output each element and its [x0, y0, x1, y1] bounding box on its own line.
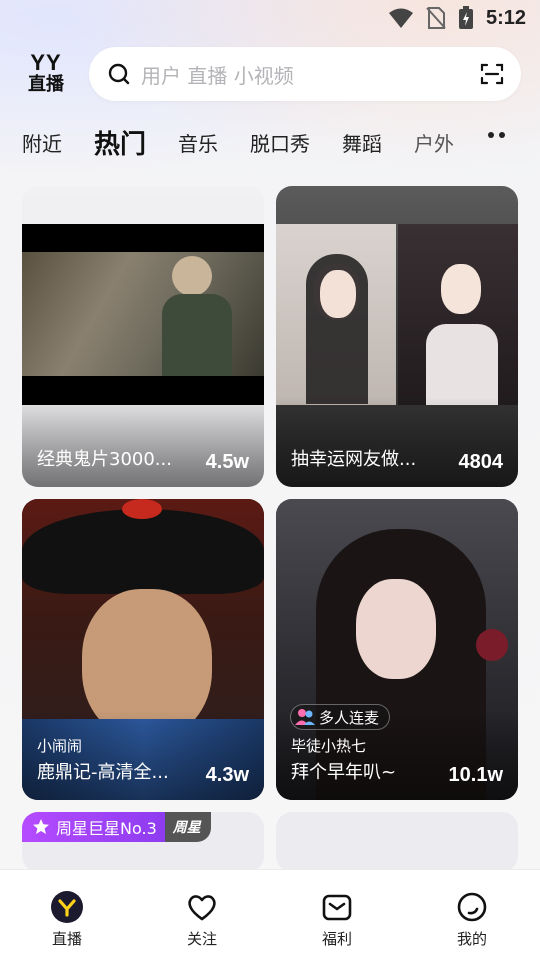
tab-music[interactable]: 音乐: [178, 128, 218, 157]
nav-live-label: 直播: [51, 930, 82, 948]
multi-mic-label: 多人连麦: [319, 708, 380, 727]
star-icon: [33, 819, 49, 834]
tab-nearby[interactable]: 附近: [22, 128, 62, 157]
status-bar: 5:12: [0, 0, 540, 36]
viewer-count: 4804: [458, 451, 504, 473]
card-title: 抽幸运网友做...: [291, 449, 417, 470]
live-card[interactable]: [276, 812, 518, 872]
tab-hot[interactable]: 热门: [94, 124, 146, 161]
wifi-icon: [388, 8, 413, 28]
live-card[interactable]: 经典鬼片3000... 4.5w: [22, 186, 264, 487]
video-thumbnail: [22, 224, 264, 405]
nav-follow[interactable]: 关注: [162, 890, 242, 949]
search-placeholder[interactable]: 用户 直播 小视频: [141, 60, 479, 89]
mail-icon: [322, 894, 352, 921]
card-title: 经典鬼片3000...: [37, 449, 172, 470]
tab-talk-show[interactable]: 脱口秀: [250, 128, 310, 157]
tab-dance[interactable]: 舞蹈: [342, 128, 382, 157]
live-icon: [51, 891, 83, 923]
week-tag: 周星: [164, 812, 211, 842]
heart-icon: [188, 895, 216, 921]
nav-me-label: 我的: [456, 930, 487, 948]
streamer-name: 小闹闹: [37, 737, 83, 755]
streamer-name: 毕徒小热七: [291, 737, 367, 755]
weekly-star-badge: 周星巨星No.3 周星: [22, 812, 211, 842]
nav-live[interactable]: 直播: [27, 890, 107, 949]
multi-user-icon: [295, 709, 315, 725]
video-thumbnail: [276, 224, 518, 405]
yy-live-logo[interactable]: YY 直播: [22, 52, 70, 96]
live-card[interactable]: 抽幸运网友做... 4804: [276, 186, 518, 487]
viewer-count: 4.3w: [205, 764, 249, 786]
profile-icon: [457, 892, 487, 922]
viewer-count: 4.5w: [205, 451, 249, 473]
scan-icon[interactable]: [479, 61, 505, 87]
nav-welfare-label: 福利: [321, 930, 352, 948]
logo-live-text: 直播: [28, 74, 64, 95]
battery-charging-icon: [458, 6, 473, 29]
multi-mic-badge: 多人连麦: [290, 704, 391, 730]
nav-follow-label: 关注: [186, 930, 217, 948]
card-title: 鹿鼎记-高清全...: [37, 762, 169, 783]
status-icons: 5:12: [388, 6, 526, 30]
live-card[interactable]: 周星巨星No.3 周星: [22, 812, 264, 872]
logo-yy-text: YY: [30, 50, 62, 75]
status-time: 5:12: [485, 6, 526, 29]
weekly-star-main: 周星巨星No.3: [22, 812, 165, 842]
live-card[interactable]: 多人连麦 毕徒小热七 拜个早年叭~ 10.1w: [276, 499, 518, 800]
nav-me[interactable]: 我的: [432, 890, 512, 949]
category-tabs: 附近 热门 音乐 脱口秀 舞蹈 户外: [22, 120, 486, 164]
no-sim-icon: [426, 7, 446, 29]
search-icon: [108, 63, 130, 85]
nav-welfare[interactable]: 福利: [297, 890, 377, 949]
bottom-nav: 直播 关注 福利 我的: [0, 869, 540, 960]
tab-outdoor[interactable]: 户外: [414, 128, 454, 157]
viewer-count: 10.1w: [448, 764, 503, 786]
card-title: 拜个早年叭~: [291, 762, 397, 783]
weekly-star-label: 周星巨星No.3: [56, 819, 157, 838]
search-bar[interactable]: 用户 直播 小视频: [89, 47, 521, 101]
live-card[interactable]: 小闹闹 鹿鼎记-高清全... 4.3w: [22, 499, 264, 800]
more-tabs-icon[interactable]: [488, 132, 505, 138]
